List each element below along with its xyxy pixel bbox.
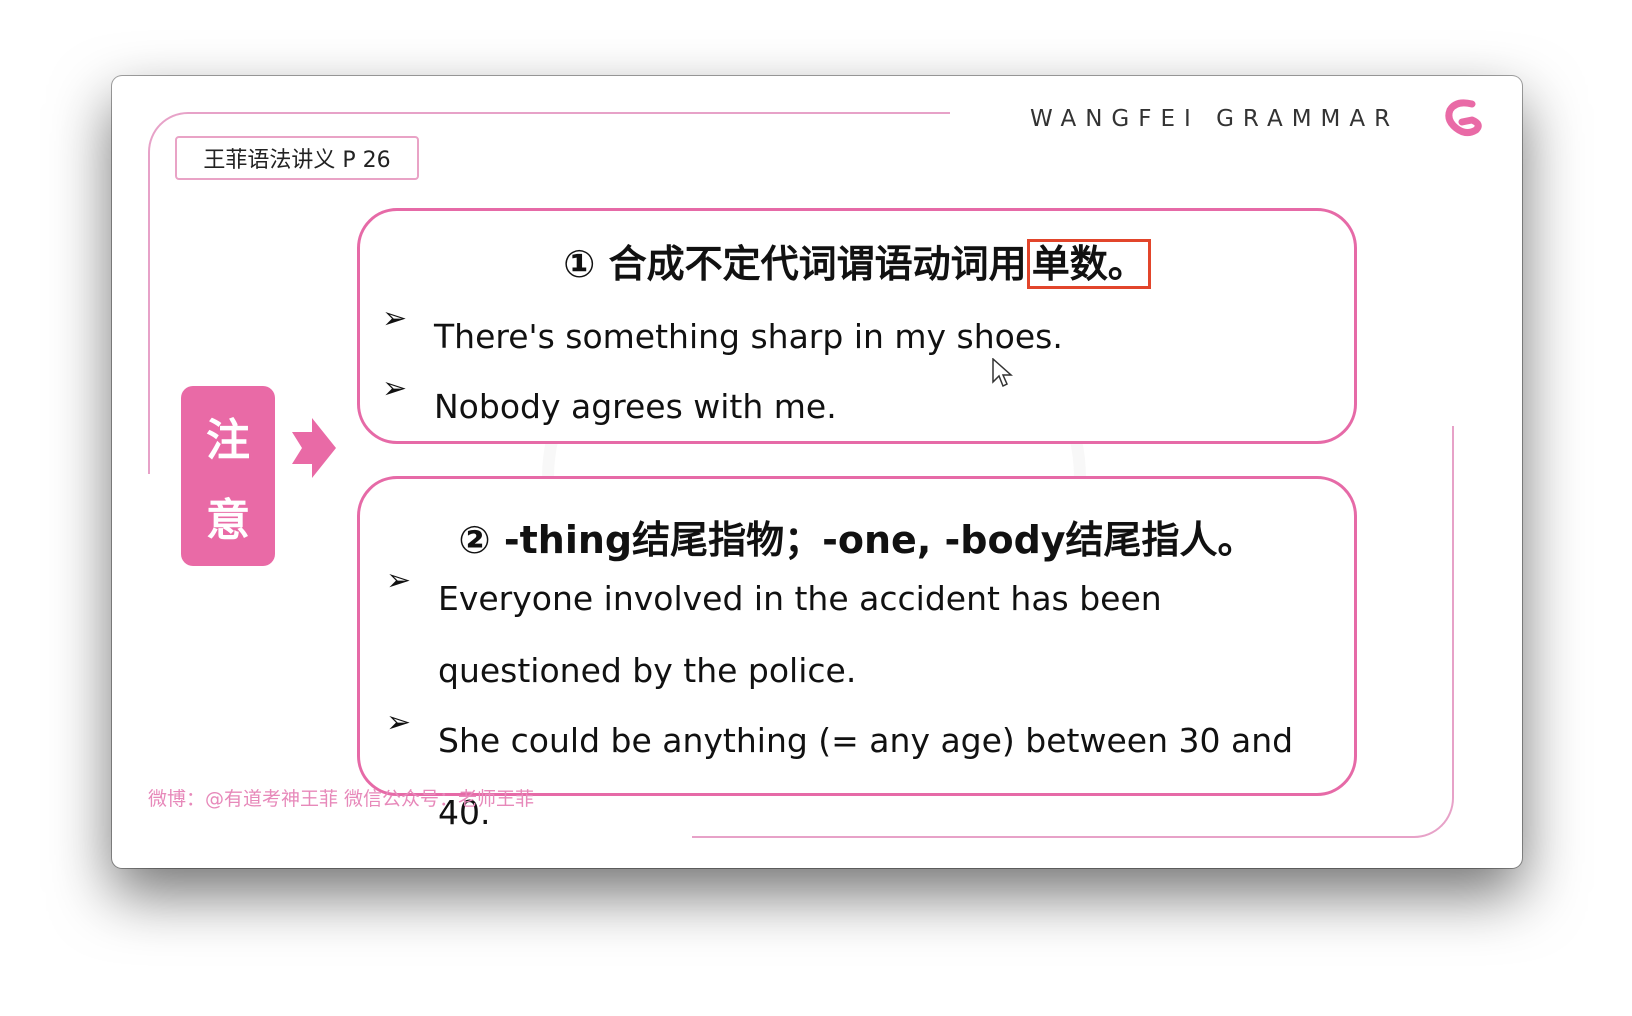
page-tag: 王菲语法讲义 P 26 bbox=[175, 136, 419, 180]
footer-credits: 微博：@有道考神王菲 微信公众号：老师王菲 bbox=[148, 788, 535, 810]
arrow-bullet-icon: ➢ bbox=[382, 371, 408, 406]
brand-title: WANGFEI GRAMMAR bbox=[1030, 106, 1400, 132]
notice-badge: 注 意 bbox=[181, 386, 275, 566]
rule-card-1-title-text: ① 合成不定代词谓语动词用 bbox=[563, 242, 1027, 286]
highlight-box: 单数。 bbox=[1026, 239, 1151, 289]
rule-card-2-title: ② -thing结尾指物；-one, -body结尾指人。 bbox=[458, 518, 1256, 562]
rule-card-1: ① 合成不定代词谓语动词用 单数。 ➢ There's something sha… bbox=[357, 208, 1357, 444]
example-item: ➢ There's something sharp in my shoes. bbox=[382, 301, 1063, 373]
arrow-bullet-icon: ➢ bbox=[386, 563, 412, 598]
example-item: ➢ Everyone involved in the accident has … bbox=[386, 563, 1346, 707]
g-logo-icon bbox=[1445, 99, 1482, 137]
rule-card-2: ② -thing结尾指物；-one, -body结尾指人。 ➢ Everyone… bbox=[357, 476, 1357, 832]
example-text: There's something sharp in my shoes. bbox=[434, 317, 1063, 356]
example-text: She could be anything (= any age) betwee… bbox=[438, 721, 1294, 832]
notice-badge-char-2: 意 bbox=[206, 495, 250, 546]
arrow-bullet-icon: ➢ bbox=[382, 301, 408, 336]
example-item: ➢ Nobody agrees with me. bbox=[382, 371, 837, 443]
mouse-cursor-icon bbox=[992, 358, 1013, 388]
example-item: ➢ She could be anything (= any age) betw… bbox=[386, 705, 1354, 849]
arrow-right-icon bbox=[292, 418, 336, 478]
arrow-bullet-icon: ➢ bbox=[386, 705, 412, 740]
slide-window: 王菲语法讲义 P 26 WANGFEI GRAMMAR 注 意 ① 合成不定代词… bbox=[112, 76, 1522, 868]
notice-badge-char-1: 注 bbox=[206, 415, 250, 466]
example-text: Everyone involved in the accident has be… bbox=[438, 579, 1162, 690]
example-text: Nobody agrees with me. bbox=[434, 387, 837, 426]
rule-card-1-title: ① 合成不定代词谓语动词用 单数。 bbox=[360, 233, 1354, 289]
